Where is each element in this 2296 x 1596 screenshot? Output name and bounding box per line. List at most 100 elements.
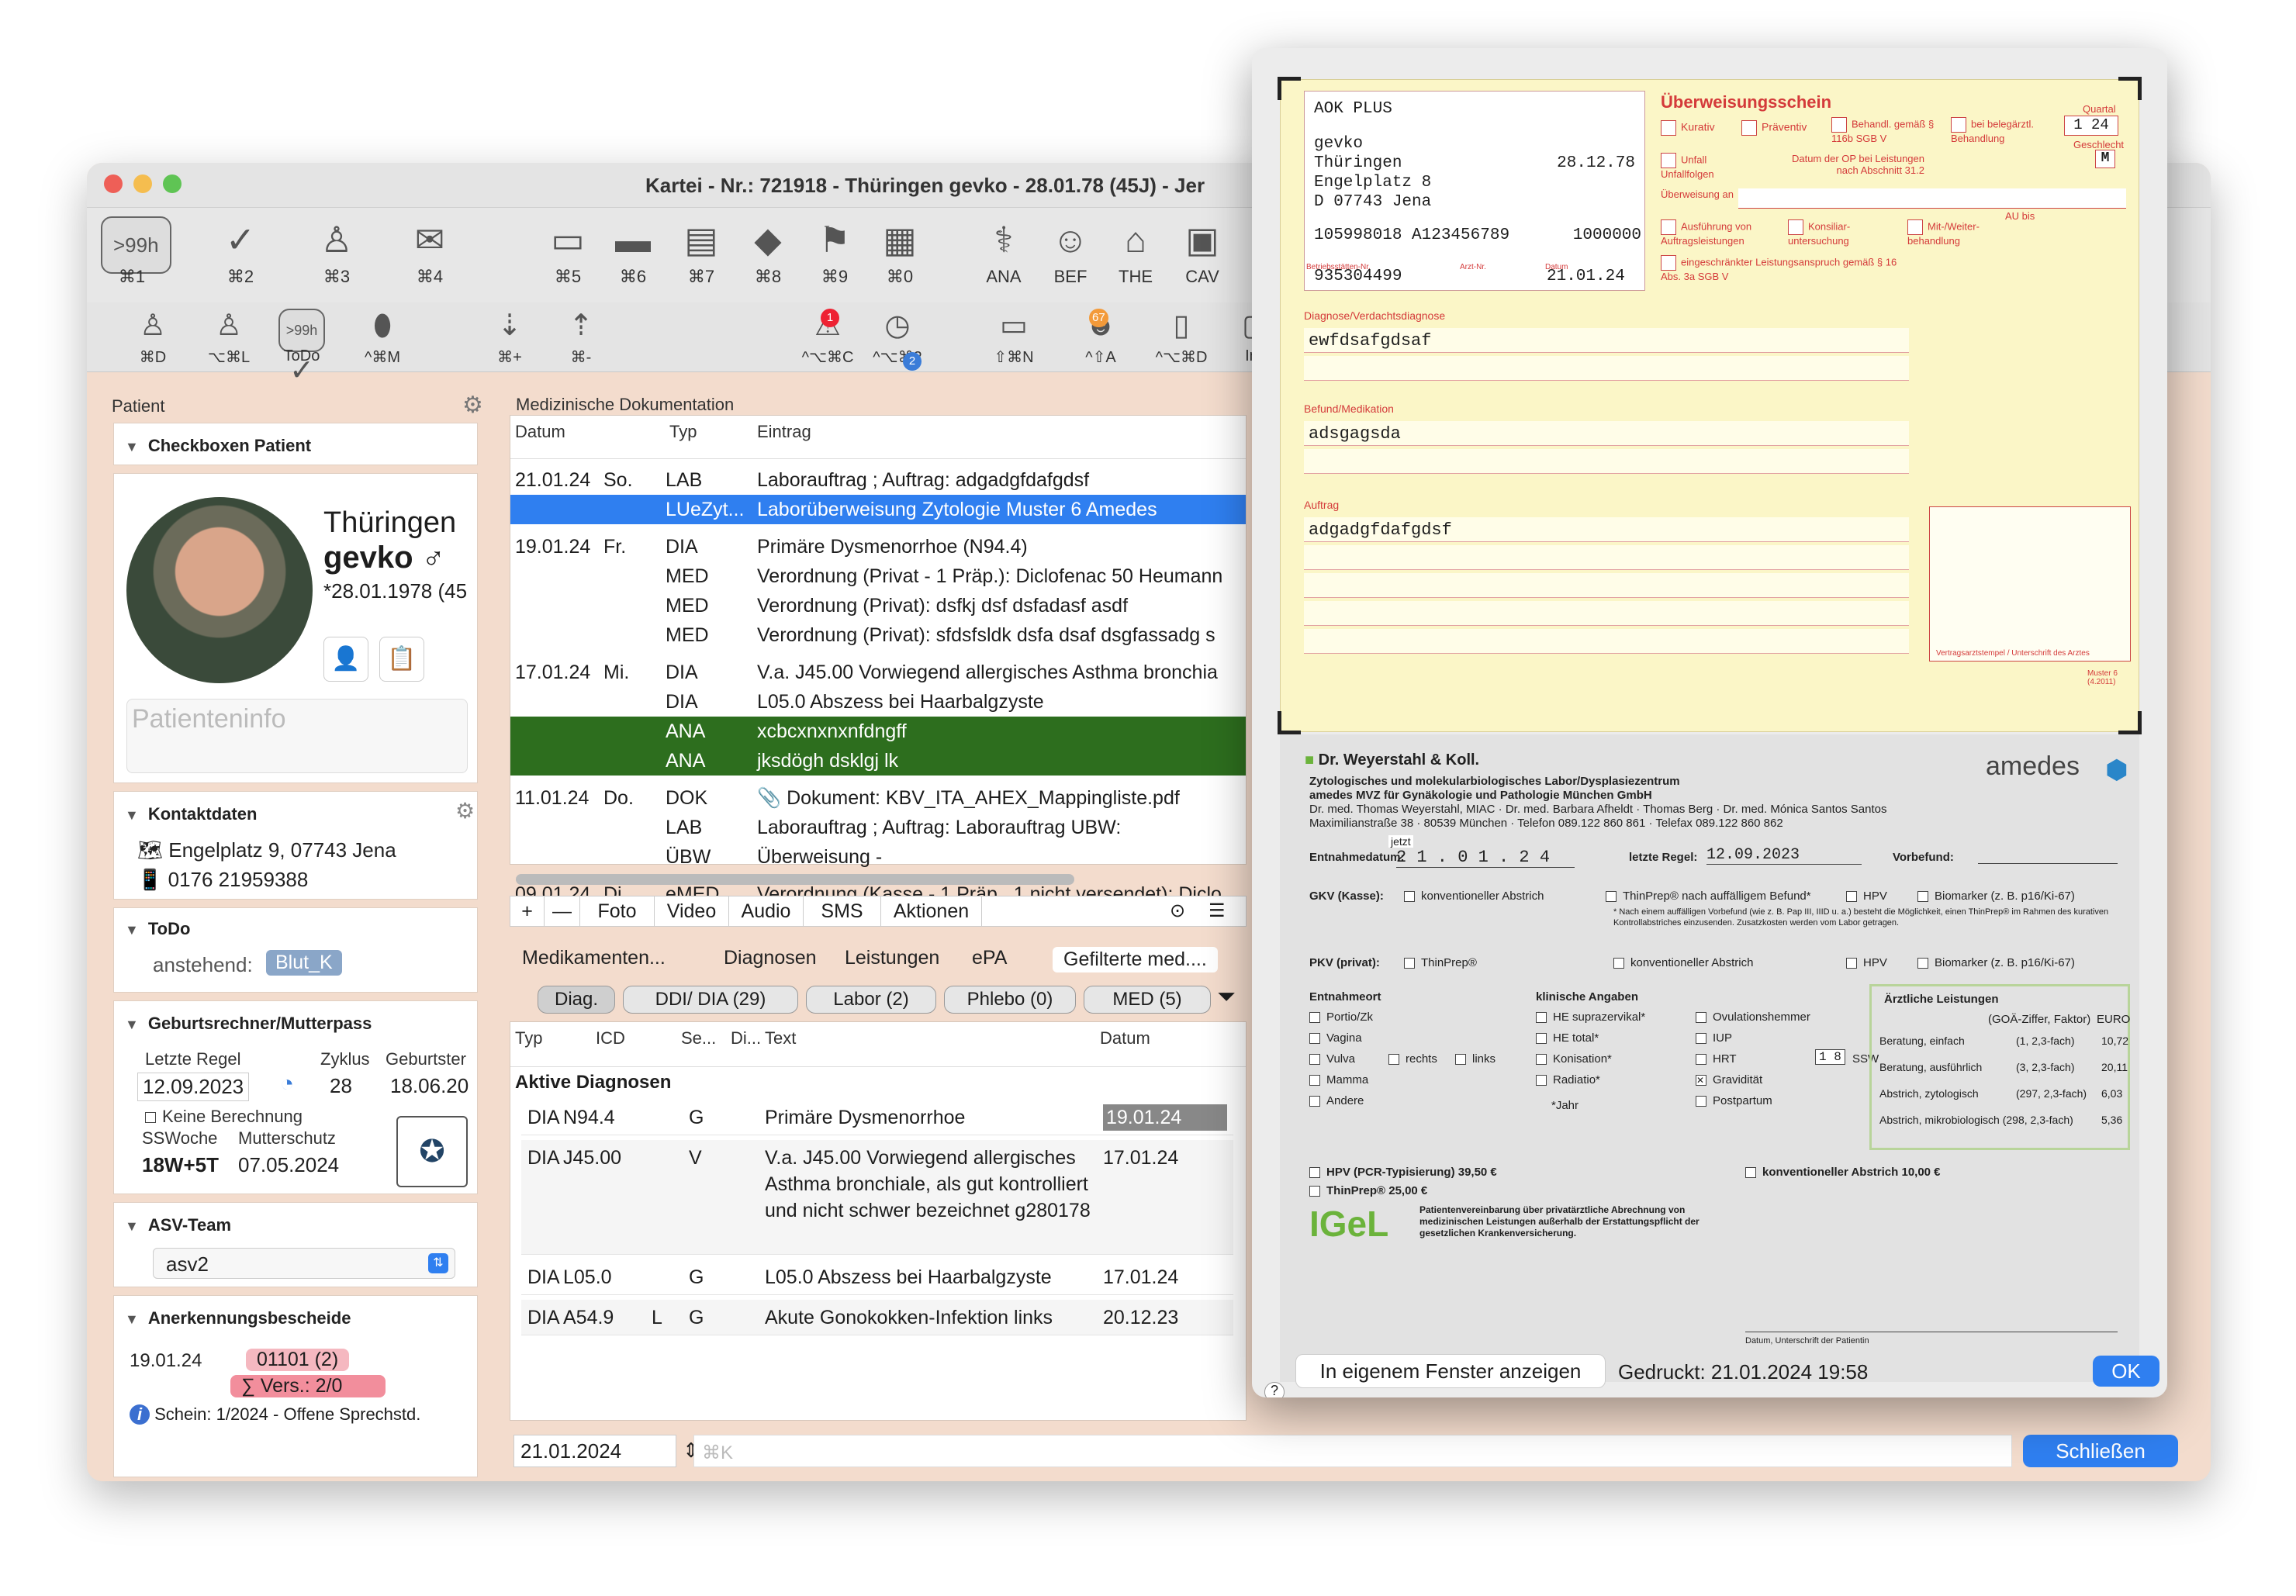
meddoc-button-2[interactable]: Foto bbox=[580, 896, 655, 926]
toolbar-button-3[interactable]: ✉ ⌘4 bbox=[399, 216, 461, 287]
toolbar-button-11[interactable]: ☺ BEF bbox=[1039, 216, 1101, 287]
meddoc-row[interactable]: LAB Laborauftrag ; Auftrag: Laborauftrag … bbox=[510, 813, 1246, 842]
col-datum[interactable]: Datum bbox=[515, 422, 565, 442]
toolbar2-button-5[interactable]: ⇡ ⌘- bbox=[546, 307, 616, 367]
toolbar-button-10[interactable]: ⚕ ANA bbox=[973, 216, 1035, 287]
meddoc-row[interactable]: ÜBW Überweisung - bbox=[510, 842, 1246, 872]
gear-icon[interactable]: ⚙ bbox=[455, 798, 475, 824]
show-own-window-button[interactable]: In eigenem Fenster anzeigen bbox=[1295, 1354, 1606, 1388]
toolbar-button-6[interactable]: ▤ ⌘7 bbox=[670, 216, 732, 287]
letzte-regel-field[interactable]: 12.09.2023 bbox=[137, 1073, 250, 1101]
keine-berechnung-checkbox[interactable] bbox=[145, 1112, 156, 1124]
diagnose-row[interactable]: DIA J45.00 V V.a. J45.00 Vorwiegend allergi… bbox=[521, 1140, 1233, 1255]
col-5[interactable]: Datum bbox=[1100, 1028, 1150, 1048]
lower-tab-2[interactable]: Leistungen bbox=[845, 947, 939, 969]
chevron-down-icon[interactable]: ▼ bbox=[125, 1017, 139, 1033]
diagnose-row[interactable]: DIA A54.9 L G Akute Gonokokken-Infektion lin… bbox=[521, 1300, 1233, 1335]
col-typ[interactable]: Typ bbox=[669, 422, 697, 442]
cycle-icon[interactable]: ◔ bbox=[280, 1071, 294, 1097]
toolbar2-button-8[interactable]: ▭ ⇧⌘N bbox=[979, 307, 1049, 367]
mutterpass-icon[interactable]: ✪ bbox=[396, 1116, 468, 1187]
meddoc-button-3[interactable]: Video bbox=[655, 896, 729, 926]
chevron-down-icon[interactable]: ▼ bbox=[125, 922, 139, 938]
meddoc-button-6[interactable]: Aktionen bbox=[881, 896, 982, 926]
toolbar2-button-10[interactable]: ▯ ^⌥⌘D bbox=[1146, 307, 1216, 367]
patienteninfo-field[interactable]: Patienteninfo bbox=[126, 699, 468, 773]
col-3[interactable]: Di... bbox=[731, 1028, 761, 1048]
person-icon[interactable]: 👤 bbox=[323, 637, 368, 682]
meddoc-row[interactable]: MED Verordnung (Privat): sfdsfsldk dsfa d… bbox=[510, 620, 1246, 650]
meddoc-row[interactable]: 11.01.24 Do. DOK 📎 Dokument: KBV_ITA_AHEX_M… bbox=[510, 783, 1246, 813]
meddoc-row[interactable]: MED Verordnung (Privat): dsfkj dsf dsfada… bbox=[510, 591, 1246, 620]
help-button[interactable]: ? bbox=[1264, 1382, 1285, 1397]
col-eintrag[interactable]: Eintrag bbox=[757, 422, 811, 442]
meddoc-row[interactable]: DIA L05.0 Abszess bei Haarbalgzyste bbox=[510, 687, 1246, 717]
toolbar2-button-0[interactable]: ♙ ⌘D bbox=[118, 307, 188, 367]
toolbar-button-9[interactable]: ▦ ⌘0 bbox=[869, 216, 931, 287]
toolbar-button-13[interactable]: ▣ CAV bbox=[1171, 216, 1233, 287]
col-2[interactable]: Se... bbox=[681, 1028, 716, 1048]
filter-chip-2[interactable]: Labor (2) bbox=[806, 986, 936, 1014]
lower-tab-0[interactable]: Medikamenten... bbox=[522, 947, 666, 969]
toolbar-button-1[interactable]: ✓ ⌘2 bbox=[209, 216, 271, 287]
toolbar-button-2[interactable]: ♙ ⌘3 bbox=[306, 216, 368, 287]
checkboxen-section[interactable]: ▼ Checkboxen Patient bbox=[113, 423, 478, 465]
filter-chip-4[interactable]: MED (5) bbox=[1084, 986, 1211, 1014]
col-0[interactable]: Typ bbox=[515, 1028, 542, 1048]
lower-tab-1[interactable]: Diagnosen bbox=[724, 947, 817, 969]
toolbar2-button-7[interactable]: ◷ ^⌥⌘2 bbox=[863, 307, 932, 367]
command-input[interactable]: ⌘K bbox=[693, 1435, 2012, 1467]
meddoc-button-1[interactable]: — bbox=[545, 896, 580, 926]
toolbar-button-12[interactable]: ⌂ THE bbox=[1105, 216, 1167, 287]
jetzt-button[interactable]: jetzt bbox=[1388, 835, 1413, 848]
toolbar-button-7[interactable]: ◆ ⌘8 bbox=[737, 216, 799, 287]
list-icon[interactable]: ☰ bbox=[1209, 900, 1226, 922]
toolbar-button-5[interactable]: ▬ ⌘6 bbox=[602, 216, 664, 287]
filter-chip-0[interactable]: Diag. bbox=[538, 986, 615, 1014]
col-4[interactable]: Text bbox=[765, 1028, 796, 1048]
horizontal-scrollbar[interactable] bbox=[516, 874, 1074, 885]
ok-button[interactable]: OK bbox=[2093, 1356, 2159, 1387]
chevron-down-icon[interactable]: ▼ bbox=[125, 1218, 139, 1235]
meddoc-button-0[interactable]: + bbox=[510, 896, 545, 926]
checkbox bbox=[1309, 1096, 1320, 1107]
anerk-code[interactable]: 01101 (2) bbox=[246, 1349, 350, 1371]
close-window-button[interactable] bbox=[104, 174, 123, 193]
meddoc-row[interactable]: 19.01.24 Fr. DIA Primäre Dysmenorrhoe (N94.… bbox=[510, 532, 1246, 561]
zoom-window-button[interactable] bbox=[163, 174, 182, 193]
todo-chip[interactable]: Blut_K bbox=[266, 950, 342, 976]
schliessen-button[interactable]: Schließen bbox=[2023, 1435, 2178, 1467]
toolbar2-button-1[interactable]: ♙ ⌥⌘L bbox=[194, 307, 264, 367]
lower-tab-4[interactable]: Gefilterte med.... bbox=[1053, 947, 1218, 972]
toolbar2-button-2[interactable]: >99h ✓ ToDo bbox=[267, 307, 337, 387]
asv-select[interactable]: asv2 ⇅ bbox=[153, 1248, 455, 1279]
filter-icon[interactable]: ⏷ bbox=[1217, 984, 1236, 1010]
meddoc-row[interactable]: ANA jksdögh dsklgj lk bbox=[510, 746, 1246, 776]
meddoc-button-4[interactable]: Audio bbox=[729, 896, 804, 926]
lower-tab-3[interactable]: ePA bbox=[972, 947, 1007, 969]
minimize-window-button[interactable] bbox=[133, 174, 152, 193]
meddoc-row[interactable]: ANA xcbcxnxnxnfdngff bbox=[510, 717, 1246, 746]
clipboard-icon[interactable]: 📋 bbox=[379, 637, 424, 682]
toolbar-button-8[interactable]: ⚑ ⌘9 bbox=[804, 216, 866, 287]
meddoc-row[interactable]: LUeZyt... Laborüberweisung Zytologie Must… bbox=[510, 495, 1246, 524]
diagnose-row[interactable]: DIA L05.0 G L05.0 Abszess bei Haarbalgzyste… bbox=[521, 1259, 1233, 1295]
meddoc-row[interactable]: 17.01.24 Mi. DIA V.a. J45.00 Vorwiegend all… bbox=[510, 658, 1246, 687]
toolbar2-button-3[interactable]: ⬮ ^⌘M bbox=[348, 307, 417, 367]
chevron-down-icon[interactable]: ▼ bbox=[125, 807, 139, 824]
meddoc-row[interactable]: MED Verordnung (Privat - 1 Präp.): Diclof… bbox=[510, 561, 1246, 591]
gear-icon[interactable]: ⚙ bbox=[462, 392, 483, 419]
date-field[interactable]: 21.01.2024 bbox=[513, 1435, 676, 1467]
more-icon[interactable]: ⊙ bbox=[1170, 900, 1185, 922]
filter-chip-3[interactable]: Phlebo (0) bbox=[944, 986, 1076, 1014]
chevron-down-icon[interactable]: ▼ bbox=[125, 1311, 139, 1328]
diagnose-row[interactable]: DIA N94.4 G Primäre Dysmenorrhoe 19.01.24 bbox=[521, 1100, 1233, 1135]
col-1[interactable]: ICD bbox=[596, 1028, 625, 1048]
toolbar-button-4[interactable]: ▭ ⌘5 bbox=[537, 216, 599, 287]
filter-chip-1[interactable]: DDI/ DIA (29) bbox=[623, 986, 798, 1014]
toolbar-button-0[interactable]: >99h ⌘1 bbox=[101, 216, 171, 287]
stempel-field: Vertragsarztstempel / Unterschrift des A… bbox=[1929, 506, 2131, 662]
toolbar2-button-4[interactable]: ⇣ ⌘+ bbox=[475, 307, 545, 367]
meddoc-row[interactable]: 21.01.24 So. LAB Laborauftrag ; Auftrag: ad… bbox=[510, 465, 1246, 495]
meddoc-button-5[interactable]: SMS bbox=[804, 896, 881, 926]
